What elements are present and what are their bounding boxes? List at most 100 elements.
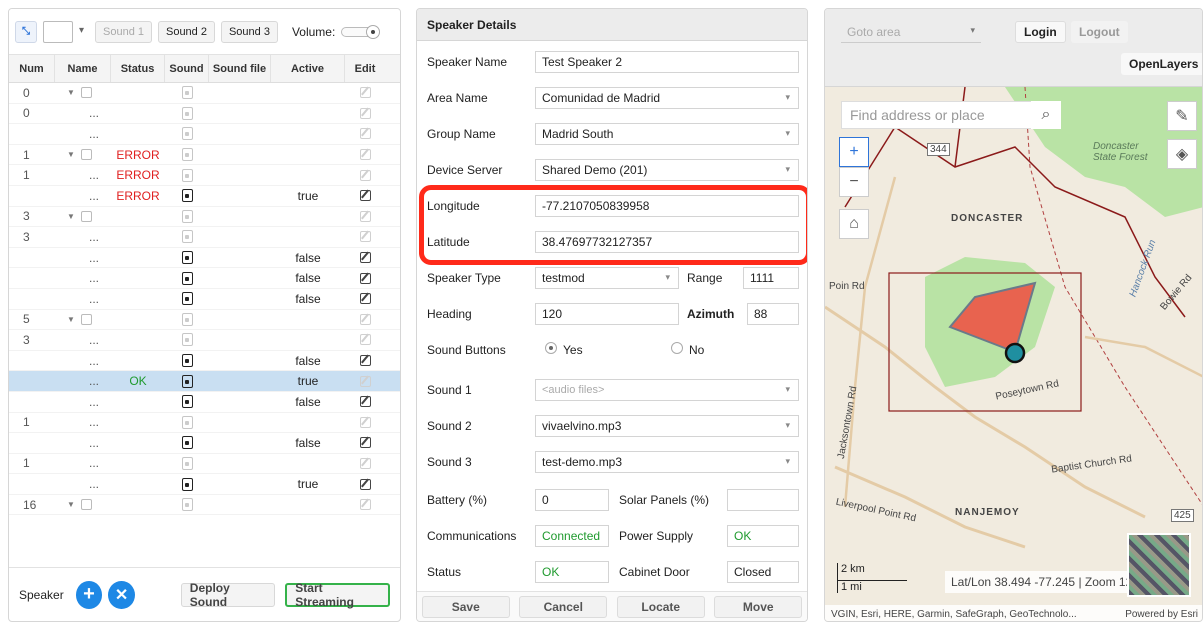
edit-icon[interactable] [359, 252, 371, 264]
sound1-button[interactable]: Sound 1 [95, 20, 152, 43]
collapse-icon[interactable]: ⤡ [15, 20, 37, 43]
expand-caret-icon[interactable]: ▼ [67, 500, 75, 509]
table-row[interactable]: 1 ▼ ERROR [9, 145, 400, 166]
sound-file-icon[interactable] [181, 374, 193, 388]
group-name-select[interactable]: Madrid South [535, 123, 799, 145]
layers-icon[interactable]: ◈ [1167, 139, 1197, 169]
col-num[interactable]: Num [9, 55, 55, 82]
row-name[interactable]: ▼ [55, 310, 111, 330]
remove-speaker-button[interactable]: ✕ [108, 580, 135, 609]
solar-input[interactable] [727, 489, 799, 511]
edit-icon[interactable] [359, 355, 371, 367]
table-row[interactable]: ... false [9, 248, 400, 269]
battery-input[interactable]: 0 [535, 489, 609, 511]
goto-area-select[interactable]: Goto area [841, 21, 981, 43]
col-active[interactable]: Active [271, 55, 345, 82]
table-row[interactable]: ... ERROR true [9, 186, 400, 207]
table-row[interactable]: 3... [9, 227, 400, 248]
sound-file-icon[interactable] [181, 395, 193, 409]
sound-file-icon[interactable] [181, 271, 193, 285]
row-checkbox[interactable] [80, 210, 92, 222]
expand-caret-icon[interactable]: ▼ [67, 315, 75, 324]
basemap-toggle[interactable] [1127, 533, 1191, 597]
sound2-select[interactable]: vivaelvino.mp3 [535, 415, 799, 437]
expand-caret-icon[interactable]: ▼ [67, 88, 75, 97]
expand-caret-icon[interactable]: ▼ [67, 150, 75, 159]
table-row[interactable]: ... OK true [9, 371, 400, 392]
row-checkbox[interactable] [80, 87, 92, 99]
table-row[interactable]: ... false [9, 268, 400, 289]
row-checkbox[interactable] [80, 499, 92, 511]
table-row[interactable]: 3 ▼ [9, 207, 400, 228]
table-row[interactable]: 1... [9, 413, 400, 434]
row-name[interactable]: ▼ [55, 145, 111, 165]
sound2-button[interactable]: Sound 2 [157, 20, 215, 43]
map-search-input[interactable]: Find address or place [841, 101, 1061, 129]
add-speaker-button[interactable]: + [75, 580, 103, 609]
deploy-sound-button[interactable]: Deploy Sound [180, 581, 276, 609]
sound-file-icon[interactable] [181, 354, 193, 368]
table-row[interactable]: ... false [9, 433, 400, 454]
start-streaming-button[interactable]: Start Streaming [285, 581, 390, 609]
search-icon[interactable]: ⌕ [1031, 101, 1061, 129]
locate-button[interactable]: Locate [616, 595, 705, 618]
table-row[interactable]: ... false [9, 392, 400, 413]
save-button[interactable]: Save [421, 595, 510, 618]
table-row[interactable]: 1... [9, 454, 400, 475]
azimuth-input[interactable]: 88 [747, 303, 799, 325]
map-view[interactable]: Find address or place ⌕ ✎ ◈ + − ⌂ DONCAS… [825, 87, 1202, 621]
speaker-type-select[interactable]: testmod [535, 267, 679, 289]
row-name[interactable]: ▼ [55, 495, 111, 515]
zoom-out-button[interactable]: − [839, 167, 869, 197]
login-button[interactable]: Login [1015, 21, 1066, 43]
sound-buttons-yes-radio[interactable] [545, 342, 557, 354]
home-icon[interactable]: ⌂ [839, 209, 869, 239]
edit-icon[interactable] [359, 190, 371, 202]
row-checkbox[interactable] [80, 149, 92, 161]
speaker-name-input[interactable]: Test Speaker 2 [535, 51, 799, 73]
sound3-button[interactable]: Sound 3 [220, 20, 278, 43]
table-row[interactable]: 0... [9, 104, 400, 125]
speaker-marker[interactable] [1004, 342, 1026, 364]
table-row[interactable]: 1... ERROR [9, 165, 400, 186]
logout-button[interactable]: Logout [1071, 21, 1128, 43]
sound-file-icon[interactable] [181, 477, 193, 491]
table-row[interactable]: ... false [9, 289, 400, 310]
sound3-select[interactable]: test-demo.mp3 [535, 451, 799, 473]
col-status[interactable]: Status [111, 55, 165, 82]
table-row[interactable]: 16 ▼ [9, 495, 400, 516]
pencil-icon[interactable]: ✎ [1167, 101, 1197, 131]
sound-file-icon[interactable] [181, 436, 193, 450]
openlayers-button[interactable]: OpenLayers [1121, 53, 1202, 75]
sound-file-icon[interactable] [181, 251, 193, 265]
table-row[interactable]: ... true [9, 474, 400, 495]
area-name-select[interactable]: Comunidad de Madrid [535, 87, 799, 109]
row-name[interactable]: ▼ [55, 83, 111, 103]
row-checkbox[interactable] [80, 313, 92, 325]
heading-input[interactable]: 120 [535, 303, 679, 325]
move-button[interactable]: Move [714, 595, 803, 618]
device-server-select[interactable]: Shared Demo (201) [535, 159, 799, 181]
filter-select[interactable] [43, 20, 84, 43]
col-sound[interactable]: Sound [165, 55, 209, 82]
row-name[interactable]: ▼ [55, 207, 111, 227]
edit-icon[interactable] [359, 437, 371, 449]
edit-icon[interactable] [359, 478, 371, 490]
col-name[interactable]: Name [55, 55, 111, 82]
edit-icon[interactable] [359, 396, 371, 408]
table-row[interactable]: ... [9, 124, 400, 145]
sound1-select[interactable]: <audio files> [535, 379, 799, 401]
table-row[interactable]: ... false [9, 351, 400, 372]
zoom-in-button[interactable]: + [839, 137, 869, 167]
col-sound-file[interactable]: Sound file [209, 55, 271, 82]
expand-caret-icon[interactable]: ▼ [67, 212, 75, 221]
table-row[interactable]: 5 ▼ [9, 310, 400, 331]
sound-file-icon[interactable] [181, 292, 193, 306]
table-row[interactable]: 0 ▼ [9, 83, 400, 104]
cancel-button[interactable]: Cancel [519, 595, 608, 618]
volume-slider[interactable] [341, 24, 381, 39]
col-edit[interactable]: Edit [345, 55, 385, 82]
edit-icon[interactable] [359, 272, 371, 284]
sound-buttons-no-radio[interactable] [671, 342, 683, 354]
edit-icon[interactable] [359, 293, 371, 305]
